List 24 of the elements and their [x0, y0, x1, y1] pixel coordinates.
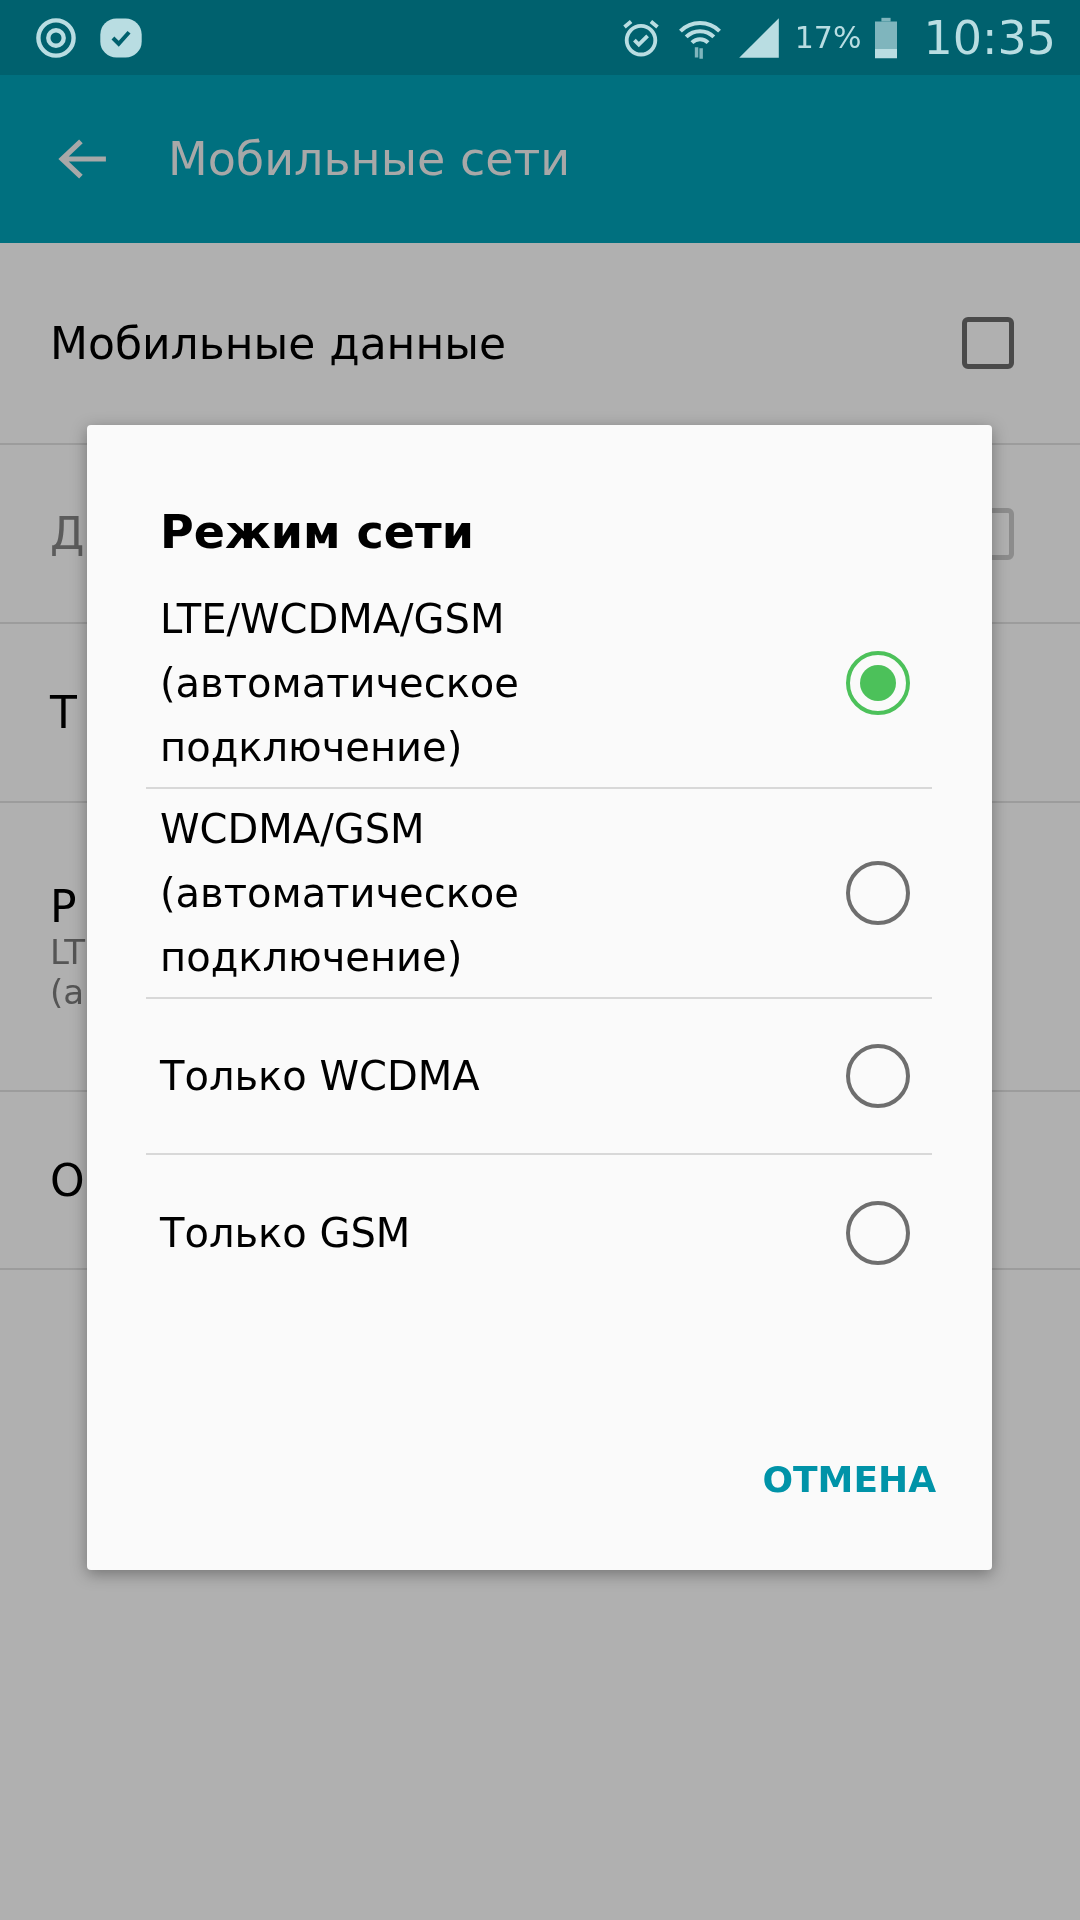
signal-icon	[736, 15, 781, 60]
dialog-title: Режим сети	[160, 505, 475, 559]
radio-button[interactable]	[846, 861, 910, 925]
setting-summary: (а	[50, 972, 86, 1012]
radio-button[interactable]	[846, 1044, 910, 1108]
setting-title: Р	[50, 881, 78, 932]
option-label[interactable]: WCDMA/GSM (автоматическое подключение)	[160, 797, 640, 989]
option-label[interactable]: LTE/WCDMA/GSM (автоматическое подключение)	[160, 587, 640, 779]
cancel-button[interactable]: ОТМЕНА	[762, 1451, 936, 1508]
checkbox[interactable]	[962, 317, 1014, 369]
radio-button[interactable]	[846, 1201, 910, 1265]
setting-title: Мобильные данные	[50, 317, 506, 369]
setting-summary: LT	[50, 932, 86, 972]
setting-title: О	[50, 1154, 85, 1206]
battery-icon	[875, 15, 898, 60]
option-label[interactable]: Только GSM	[160, 1201, 411, 1265]
radio-button[interactable]	[846, 651, 910, 715]
screen-title: Мобильные сети	[168, 132, 571, 186]
back-arrow-icon[interactable]	[58, 138, 108, 180]
setting-title: Д	[50, 508, 85, 559]
battery-percent: 17%	[794, 20, 862, 55]
setting-title: Т	[50, 687, 77, 738]
option-label[interactable]: Только WCDMA	[160, 1044, 480, 1108]
clock: 10:35	[923, 10, 1056, 65]
